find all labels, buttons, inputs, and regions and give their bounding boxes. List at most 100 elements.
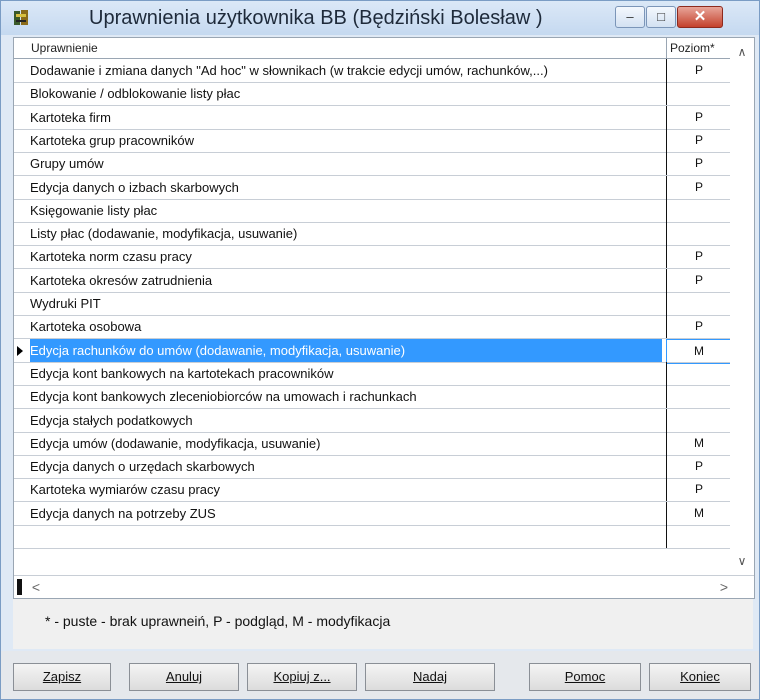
permission-cell[interactable]: Kartoteka grup pracowników	[30, 129, 662, 152]
level-cell[interactable]: P	[666, 269, 730, 292]
level-cell[interactable]	[666, 409, 730, 432]
cancel-button-label: Anuluj	[165, 669, 203, 684]
level-cell[interactable]: M	[666, 339, 730, 364]
level-cell[interactable]: P	[666, 152, 730, 175]
permission-cell[interactable]: Edycja umów (dodawanie, modyfikacja, usu…	[30, 432, 662, 455]
maximize-button[interactable]: □	[646, 6, 676, 28]
permission-cell[interactable]: Edycja danych o urzędach skarbowych	[30, 455, 662, 478]
table-row[interactable]: Grupy umów P	[14, 152, 730, 176]
permission-cell[interactable]: Edycja kont bankowych na kartotekach pra…	[30, 362, 662, 385]
scroll-left-icon[interactable]: <	[26, 576, 46, 598]
level-cell[interactable]	[666, 292, 730, 315]
row-marker	[17, 579, 22, 595]
permission-cell[interactable]: Edycja stałych podatkowych	[30, 409, 662, 432]
level-cell[interactable]	[666, 362, 730, 385]
table-row[interactable]: Dodawanie i zmiana danych "Ad hoc" w sło…	[14, 59, 730, 83]
title-bar[interactable]: Uprawnienia użytkownika BB (Będziński Bo…	[1, 1, 759, 35]
permission-cell[interactable]: Księgowanie listy płac	[30, 199, 662, 222]
permission-cell[interactable]: Dodawanie i zmiana danych "Ad hoc" w sło…	[30, 59, 662, 82]
cancel-button[interactable]: Anuluj	[129, 663, 239, 691]
grant-button[interactable]: Nadaj	[365, 663, 495, 691]
level-cell[interactable]	[666, 222, 730, 245]
level-cell[interactable]: P	[666, 59, 730, 82]
table-row[interactable]: Edycja kont bankowych na kartotekach pra…	[14, 362, 730, 386]
table-row[interactable]: Kartoteka firm P	[14, 106, 730, 130]
save-button-label: Zapisz	[42, 669, 82, 684]
permission-cell[interactable]: Kartoteka norm czasu pracy	[30, 245, 662, 268]
button-bar: Zapisz Anuluj Kopiuj z... Nadaj Pomoc Ko…	[1, 651, 759, 699]
level-cell[interactable]: P	[666, 106, 730, 129]
row-indicator	[14, 315, 28, 338]
row-indicator	[14, 339, 28, 362]
table-row[interactable]	[14, 525, 730, 549]
row-indicator	[14, 176, 28, 199]
permission-cell[interactable]	[30, 525, 662, 548]
permission-cell[interactable]: Blokowanie / odblokowanie listy płac	[30, 82, 662, 105]
level-cell[interactable]: P	[666, 478, 730, 501]
scroll-down-icon[interactable]: ∨	[730, 551, 754, 571]
permission-cell[interactable]: Kartoteka okresów zatrudnienia	[30, 269, 662, 292]
permission-cell[interactable]: Edycja kont bankowych zleceniobiorców na…	[30, 385, 662, 408]
table-row[interactable]: Edycja stałych podatkowych	[14, 409, 730, 433]
level-cell[interactable]: P	[666, 245, 730, 268]
vertical-scrollbar[interactable]: ∧ ∨	[730, 38, 754, 575]
permissions-grid[interactable]: Uprawnienie Poziom* Dodawanie i zmiana d…	[13, 37, 755, 599]
table-row[interactable]: Blokowanie / odblokowanie listy płac	[14, 82, 730, 106]
row-indicator	[14, 82, 28, 105]
level-cell[interactable]: M	[666, 502, 730, 525]
column-header-permission[interactable]: Uprawnienie	[28, 38, 667, 58]
level-cell[interactable]	[666, 525, 730, 548]
table-row[interactable]: Kartoteka grup pracowników P	[14, 129, 730, 153]
horizontal-scrollbar[interactable]: < >	[14, 575, 754, 598]
copy-from-button-label: Kopiuj z...	[273, 669, 331, 684]
row-indicator	[14, 409, 28, 432]
level-cell[interactable]: P	[666, 455, 730, 478]
table-row[interactable]: Listy płac (dodawanie, modyfikacja, usuw…	[14, 222, 730, 246]
permission-cell[interactable]: Grupy umów	[30, 152, 662, 175]
table-row[interactable]: Wydruki PIT	[14, 292, 730, 316]
level-cell[interactable]	[666, 385, 730, 408]
table-row[interactable]: Edycja danych o urzędach skarbowych P	[14, 455, 730, 479]
permission-cell[interactable]: Kartoteka osobowa	[30, 315, 662, 338]
level-cell[interactable]: P	[666, 176, 730, 199]
permissions-window: Uprawnienia użytkownika BB (Będziński Bo…	[0, 0, 760, 700]
help-button[interactable]: Pomoc	[529, 663, 641, 691]
column-header-level[interactable]: Poziom*	[666, 38, 730, 58]
close-button[interactable]: Koniec	[649, 663, 751, 691]
table-row[interactable]: Edycja rachunków do umów (dodawanie, mod…	[14, 339, 730, 364]
save-button[interactable]: Zapisz	[13, 663, 111, 691]
table-row[interactable]: Edycja umów (dodawanie, modyfikacja, usu…	[14, 432, 730, 456]
row-indicator	[14, 222, 28, 245]
level-cell[interactable]: P	[666, 129, 730, 152]
permission-cell[interactable]: Kartoteka firm	[30, 106, 662, 129]
legend-panel: * - puste - brak uprawneiń, P - podgląd,…	[13, 599, 753, 649]
permission-cell[interactable]: Wydruki PIT	[30, 292, 662, 315]
maximize-icon: □	[657, 9, 665, 24]
permission-cell[interactable]: Edycja danych o izbach skarbowych	[30, 176, 662, 199]
scroll-up-icon[interactable]: ∧	[730, 42, 754, 62]
table-row[interactable]: Kartoteka osobowa P	[14, 315, 730, 339]
level-cell[interactable]: M	[666, 432, 730, 455]
level-cell[interactable]	[666, 199, 730, 222]
table-row[interactable]: Kartoteka wymiarów czasu pracy P	[14, 478, 730, 502]
table-row[interactable]: Kartoteka norm czasu pracy P	[14, 245, 730, 269]
permission-cell[interactable]: Kartoteka wymiarów czasu pracy	[30, 478, 662, 501]
scroll-right-icon[interactable]: >	[714, 576, 734, 598]
table-row[interactable]: Edycja danych o izbach skarbowych P	[14, 176, 730, 200]
row-indicator	[14, 152, 28, 175]
copy-from-button[interactable]: Kopiuj z...	[247, 663, 357, 691]
close-window-button[interactable]: ✕	[677, 6, 723, 28]
table-row[interactable]: Księgowanie listy płac	[14, 199, 730, 223]
level-cell[interactable]	[666, 82, 730, 105]
minimize-button[interactable]: –	[615, 6, 645, 28]
table-row[interactable]: Kartoteka okresów zatrudnienia P	[14, 269, 730, 293]
table-row[interactable]: Edycja danych na potrzeby ZUS M	[14, 502, 730, 526]
grid-rows: Dodawanie i zmiana danych "Ad hoc" w sło…	[14, 59, 730, 575]
table-row[interactable]: Edycja kont bankowych zleceniobiorców na…	[14, 385, 730, 409]
level-cell[interactable]: P	[666, 315, 730, 338]
row-indicator	[14, 292, 28, 315]
permission-cell[interactable]: Edycja danych na potrzeby ZUS	[30, 502, 662, 525]
row-indicator	[14, 245, 28, 268]
permission-cell[interactable]: Edycja rachunków do umów (dodawanie, mod…	[30, 339, 662, 362]
permission-cell[interactable]: Listy płac (dodawanie, modyfikacja, usuw…	[30, 222, 662, 245]
